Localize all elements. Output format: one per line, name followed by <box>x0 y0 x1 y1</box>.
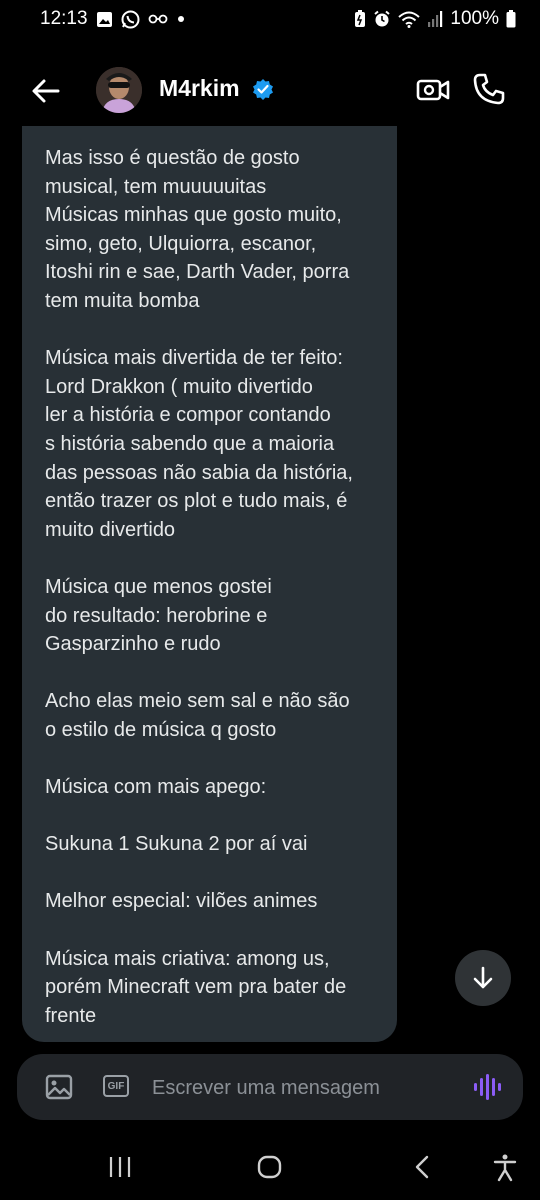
battery-saver-icon <box>354 10 366 28</box>
scroll-to-bottom-button[interactable] <box>455 950 511 1006</box>
arrow-down-icon <box>473 966 493 989</box>
voice-wave-icon <box>474 1074 501 1100</box>
verified-badge-icon <box>252 78 274 100</box>
gif-button[interactable]: GIF <box>103 1075 129 1097</box>
arrow-left-icon <box>32 79 60 103</box>
gif-label: GIF <box>107 1080 125 1092</box>
recent-apps-button[interactable] <box>105 1152 135 1182</box>
avatar-image <box>96 67 142 113</box>
status-right: 100% <box>354 8 516 30</box>
status-time: 12:13 <box>40 8 88 29</box>
message-paragraph: Música mais divertida de ter feito: Lord… <box>45 347 353 541</box>
dot-icon <box>176 14 186 24</box>
status-left: 12:13 <box>40 8 186 30</box>
message-composer: GIF <box>17 1054 523 1120</box>
status-bar: 12:13 100% <box>0 0 540 40</box>
alarm-icon <box>373 10 391 28</box>
conversation-header: M4rkim <box>0 55 540 125</box>
recent-apps-icon <box>109 1157 131 1177</box>
message-paragraph: Acho elas meio sem sal e não são o estil… <box>45 690 350 741</box>
voice-call-button[interactable] <box>472 72 506 106</box>
battery-icon <box>506 10 516 28</box>
avatar[interactable] <box>96 67 142 113</box>
message-paragraph: Música mais criativa: among us, porém Mi… <box>45 947 347 1027</box>
voice-message-button[interactable] <box>472 1072 502 1102</box>
gallery-icon <box>96 11 113 28</box>
signal-icon <box>427 11 443 27</box>
battery-percent: 100% <box>450 8 499 29</box>
message-paragraph: Melhor especial: vilões animes <box>45 890 318 913</box>
message-input[interactable] <box>150 1066 454 1110</box>
image-icon <box>45 1074 73 1100</box>
contact-name[interactable]: M4rkim <box>159 75 240 102</box>
message-paragraph: Sukuna 1 Sukuna 2 por aí vai <box>45 833 308 856</box>
phone-icon <box>473 73 505 105</box>
video-camera-icon <box>416 79 450 101</box>
accessibility-icon <box>493 1154 517 1182</box>
system-navigation-bar <box>0 1130 540 1200</box>
glasses-icon <box>148 13 168 25</box>
back-button[interactable] <box>28 73 64 109</box>
chevron-left-icon <box>415 1155 429 1179</box>
accessibility-button[interactable] <box>490 1152 520 1182</box>
back-nav-button[interactable] <box>408 1152 438 1182</box>
home-button[interactable] <box>255 1152 285 1182</box>
message-bubble[interactable]: Mas isso é questão de gosto musical, tem… <box>22 126 397 1042</box>
message-paragraph: Mas isso é questão de gosto musical, tem… <box>45 147 350 312</box>
message-paragraph: Música que menos gostei do resultado: he… <box>45 575 272 656</box>
add-image-button[interactable] <box>45 1073 73 1101</box>
wifi-icon <box>398 11 421 28</box>
message-paragraph: Música com mais apego: <box>45 776 267 799</box>
video-call-button[interactable] <box>416 73 450 107</box>
whatsapp-icon <box>121 10 140 29</box>
home-icon <box>257 1155 282 1179</box>
